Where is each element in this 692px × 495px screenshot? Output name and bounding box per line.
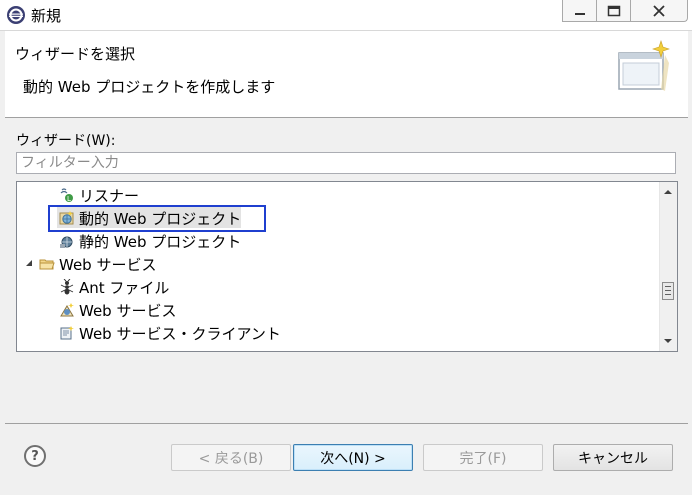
vertical-scrollbar[interactable] — [659, 182, 677, 351]
web-service-client-icon — [60, 326, 74, 340]
scroll-up-arrow-icon[interactable] — [663, 188, 673, 196]
help-button[interactable]: ? — [24, 445, 46, 467]
title-bar: 新規 — [0, 0, 692, 31]
svg-text:L: L — [67, 195, 71, 203]
tree-item-label: Web サービス — [79, 301, 177, 320]
new-wizard-banner-icon — [618, 40, 670, 91]
page-title: ウィザードを選択 — [15, 45, 136, 63]
tree-item-label: 静的 Web プロジェクト — [79, 232, 242, 251]
page-description: 動的 Web プロジェクトを作成します — [23, 78, 276, 96]
dynamic-web-project-icon — [59, 211, 74, 225]
back-button[interactable]: < 戻る(B) — [171, 444, 291, 471]
header-divider — [5, 117, 688, 118]
listener-icon: L — [60, 188, 73, 203]
maximize-button[interactable] — [596, 0, 630, 22]
footer-divider — [5, 423, 688, 424]
tree-item-web-service-client[interactable]: Web サービス・クライアント — [59, 322, 281, 344]
minimize-button[interactable] — [562, 0, 596, 22]
tree-item-static-web-project[interactable]: 静的 Web プロジェクト — [59, 230, 241, 252]
expanded-arrow-icon[interactable] — [23, 258, 35, 270]
wizard-tree[interactable]: L リスナー 動的 Web プロジェクト 静的 Web プロジェクト Web サ… — [16, 181, 678, 352]
scroll-down-arrow-icon[interactable] — [663, 337, 673, 345]
tree-item-label: リスナー — [79, 186, 140, 205]
tree-item-web-services-folder[interactable]: Web サービス — [23, 253, 156, 275]
tree-item-web-service[interactable]: Web サービス — [59, 299, 176, 321]
next-button[interactable]: 次へ(N) > — [293, 444, 413, 471]
minimize-icon — [574, 12, 585, 15]
cancel-button[interactable]: キャンセル — [553, 444, 673, 471]
eclipse-app-icon — [7, 6, 25, 24]
tree-item-label: Ant ファイル — [79, 278, 170, 297]
window-title: 新規 — [31, 7, 62, 25]
tree-item-label: Web サービス・クライアント — [79, 324, 281, 343]
wizard-header: ウィザードを選択 動的 Web プロジェクトを作成します — [5, 31, 688, 117]
tree-item-listener[interactable]: L リスナー — [59, 184, 139, 206]
tree-item-dynamic-web-project[interactable]: 動的 Web プロジェクト — [59, 207, 241, 229]
tree-item-ant-file[interactable]: Ant ファイル — [59, 276, 169, 298]
tree-item-label: Web サービス — [59, 255, 157, 274]
web-service-icon — [60, 303, 74, 317]
static-web-project-icon — [60, 236, 73, 248]
maximize-icon — [607, 5, 620, 16]
close-button[interactable] — [630, 0, 688, 22]
wizards-label: ウィザード(W): — [16, 133, 116, 149]
folder-icon — [39, 259, 55, 270]
help-icon: ? — [31, 448, 39, 464]
finish-button[interactable]: 完了(F) — [423, 444, 543, 471]
scroll-thumb[interactable] — [662, 282, 674, 300]
close-icon — [653, 4, 665, 17]
filter-input[interactable] — [16, 152, 676, 174]
ant-file-icon — [60, 279, 74, 295]
tree-item-label: 動的 Web プロジェクト — [79, 209, 242, 228]
